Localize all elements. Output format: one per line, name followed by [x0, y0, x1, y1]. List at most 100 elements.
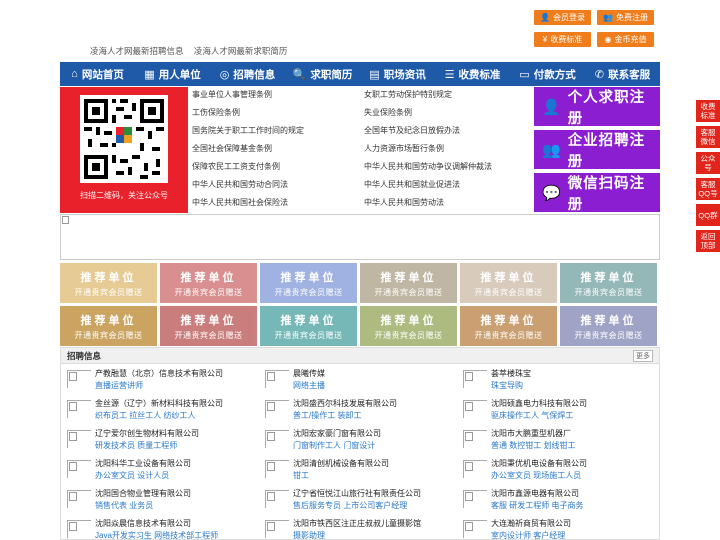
- company-name[interactable]: 大连瀚祈商贸有限公司: [491, 518, 571, 529]
- nav-news[interactable]: ▤ 职场资讯: [360, 62, 435, 86]
- job-positions[interactable]: 珠宝导购: [491, 380, 523, 391]
- company-name[interactable]: 沈阳清创机械设备有限公司: [293, 458, 389, 469]
- recommend-tile[interactable]: 推荐单位 开通贵宾会员赠送: [260, 263, 357, 303]
- company-name[interactable]: 沈阳硕鑫电力科技有限公司: [491, 398, 587, 409]
- nav-payment[interactable]: ▭ 付款方式: [510, 62, 585, 86]
- job-positions[interactable]: 织布员工 拉丝工人 纺纱工人: [95, 410, 195, 421]
- nav-resumes[interactable]: 🔍 求职简历: [285, 62, 360, 86]
- company-name[interactable]: 晨曦传媒: [293, 368, 325, 379]
- latest-resumes-link[interactable]: 凌海人才网最新求职简历: [194, 46, 288, 56]
- recommend-tile[interactable]: 推荐单位 开通贵宾会员赠送: [560, 306, 657, 346]
- company-name[interactable]: 辽宁省恒悦江山旅行社有限责任公司: [293, 488, 421, 499]
- login-button[interactable]: 👤 会员登录: [534, 10, 591, 25]
- policy-link[interactable]: 事业单位人事管理条例: [192, 89, 272, 100]
- side-official-account-button[interactable]: 公众号: [696, 152, 720, 174]
- company-logo[interactable]: [67, 490, 91, 508]
- company-logo[interactable]: [67, 400, 91, 418]
- company-logo[interactable]: [463, 490, 487, 508]
- side-wechat-button[interactable]: 客服微信: [696, 126, 720, 148]
- recommend-tile[interactable]: 推荐单位 开通贵宾会员赠送: [460, 263, 557, 303]
- policy-link[interactable]: 工伤保险条例: [192, 107, 240, 118]
- job-positions[interactable]: 售后服务专员 上市公司客户经理: [293, 500, 407, 511]
- recommend-tile[interactable]: 推荐单位 开通贵宾会员赠送: [160, 306, 257, 346]
- policy-link[interactable]: 保障农民工工资支付条例: [192, 161, 280, 172]
- policy-link[interactable]: 中华人民共和国劳动争议调解仲裁法: [364, 161, 492, 172]
- job-positions[interactable]: 门窗制作工人 门窗设计: [293, 440, 375, 451]
- recommend-tile[interactable]: 推荐单位 开通贵宾会员赠送: [560, 263, 657, 303]
- company-logo[interactable]: [265, 430, 289, 448]
- policy-link[interactable]: 全国年节及纪念日放假办法: [364, 125, 460, 136]
- job-positions[interactable]: 室内设计师 客户经理: [491, 530, 565, 540]
- coin-recharge-button[interactable]: ◉ 金币充值: [597, 32, 654, 47]
- nav-contact[interactable]: ✆ 联系客服: [585, 62, 660, 86]
- job-positions[interactable]: 客服 研发工程师 电子商务: [491, 500, 583, 511]
- company-logo[interactable]: [463, 520, 487, 538]
- nav-home[interactable]: ⌂ 网站首页: [60, 62, 135, 86]
- company-name[interactable]: 沈阳焱晨信息技术有限公司: [95, 518, 191, 529]
- company-logo[interactable]: [463, 400, 487, 418]
- company-logo[interactable]: [265, 370, 289, 388]
- recommend-tile[interactable]: 推荐单位 开通贵宾会员赠送: [260, 306, 357, 346]
- job-positions[interactable]: 办公室文员 现场施工人员: [491, 470, 581, 481]
- company-name[interactable]: 沈阳市铁西区注正庄叔叔儿童摄影馆: [293, 518, 421, 529]
- side-qq-group-button[interactable]: QQ群: [696, 204, 720, 226]
- job-positions[interactable]: Java开发实习生 网络技术部工程师: [95, 530, 218, 540]
- latest-jobs-link[interactable]: 凌海人才网最新招聘信息: [90, 46, 184, 56]
- company-logo[interactable]: [67, 520, 91, 538]
- nav-employers[interactable]: ▦ 用人单位: [135, 62, 210, 86]
- job-positions[interactable]: 网络主播: [293, 380, 325, 391]
- company-logo[interactable]: [265, 490, 289, 508]
- policy-link[interactable]: 中华人民共和国劳动法: [364, 197, 444, 208]
- job-positions[interactable]: 直播运营讲师: [95, 380, 143, 391]
- policy-link[interactable]: 失业保险条例: [364, 107, 412, 118]
- company-name[interactable]: 沈阳盛西尔科技发展有限公司: [293, 398, 397, 409]
- company-logo[interactable]: [67, 430, 91, 448]
- company-name[interactable]: 金丝源（辽宁）新材料科技有限公司: [95, 398, 223, 409]
- policy-link[interactable]: 人力资源市场暂行条例: [364, 143, 444, 154]
- policy-link[interactable]: 中华人民共和国就业促进法: [364, 179, 460, 190]
- side-qq-button[interactable]: 客服QQ号: [696, 178, 720, 200]
- policy-link[interactable]: 国务院关于职工工作时间的规定: [192, 125, 304, 136]
- nav-fees[interactable]: ☰ 收费标准: [435, 62, 510, 86]
- recommend-tile[interactable]: 推荐单位 开通贵宾会员赠送: [60, 263, 157, 303]
- company-logo[interactable]: [67, 370, 91, 388]
- job-positions[interactable]: 普通 数控钳工 划线钳工: [491, 440, 575, 451]
- recommend-tile[interactable]: 推荐单位 开通贵宾会员赠送: [360, 306, 457, 346]
- company-name[interactable]: 沈阳市鑫源电器有限公司: [491, 488, 579, 499]
- banner-ad[interactable]: [60, 214, 660, 260]
- recommend-tile[interactable]: 推荐单位 开通贵宾会员赠送: [160, 263, 257, 303]
- company-logo[interactable]: [265, 400, 289, 418]
- job-positions[interactable]: 驱床操作工人 气保焊工: [491, 410, 573, 421]
- nav-jobs[interactable]: ◎ 招聘信息: [210, 62, 285, 86]
- job-positions[interactable]: 钳工: [293, 470, 309, 481]
- company-name[interactable]: 荟萃楼珠宝: [491, 368, 531, 379]
- policy-link[interactable]: 中华人民共和国社会保险法: [192, 197, 288, 208]
- company-name[interactable]: 辽宁爱尔创生物材料有限公司: [95, 428, 199, 439]
- job-positions[interactable]: 摄影助理: [293, 530, 325, 540]
- job-positions[interactable]: 研发技术员 质量工程师: [95, 440, 177, 451]
- recommend-tile[interactable]: 推荐单位 开通贵宾会员赠送: [460, 306, 557, 346]
- register-button[interactable]: 👥 免费注册: [597, 10, 654, 25]
- wechat-register-button[interactable]: 💬 微信扫码注册: [534, 173, 660, 213]
- company-name[interactable]: 沈阳国合物业管理有限公司: [95, 488, 191, 499]
- company-name[interactable]: 沈阳宏家豪门窗有限公司: [293, 428, 381, 439]
- company-logo[interactable]: [463, 370, 487, 388]
- policy-link[interactable]: 全国社会保障基金条例: [192, 143, 272, 154]
- policy-link[interactable]: 女职工劳动保护特别规定: [364, 89, 452, 100]
- company-logo[interactable]: [463, 430, 487, 448]
- company-name[interactable]: 沈阳秉优机电设备有限公司: [491, 458, 587, 469]
- recommend-tile[interactable]: 推荐单位 开通贵宾会员赠送: [360, 263, 457, 303]
- fee-standard-button[interactable]: ¥ 收费标准: [534, 32, 591, 47]
- company-name[interactable]: 产教融慧（北京）信息技术有限公司: [95, 368, 223, 379]
- job-positions[interactable]: 销售代表 业务员: [95, 500, 153, 511]
- company-logo[interactable]: [67, 460, 91, 478]
- back-to-top-button[interactable]: 返回顶部: [696, 230, 720, 252]
- more-link[interactable]: 更多: [633, 349, 653, 362]
- job-positions[interactable]: 办公室文员 设计人员: [95, 470, 169, 481]
- side-fee-button[interactable]: 收费标准: [696, 100, 720, 122]
- recommend-tile[interactable]: 推荐单位 开通贵宾会员赠送: [60, 306, 157, 346]
- company-logo[interactable]: [463, 460, 487, 478]
- job-positions[interactable]: 普工/操作工 装卸工: [293, 410, 361, 421]
- company-name[interactable]: 沈阳市大鹏重型机器厂: [491, 428, 571, 439]
- personal-register-button[interactable]: 👤 个人求职注册: [534, 87, 660, 127]
